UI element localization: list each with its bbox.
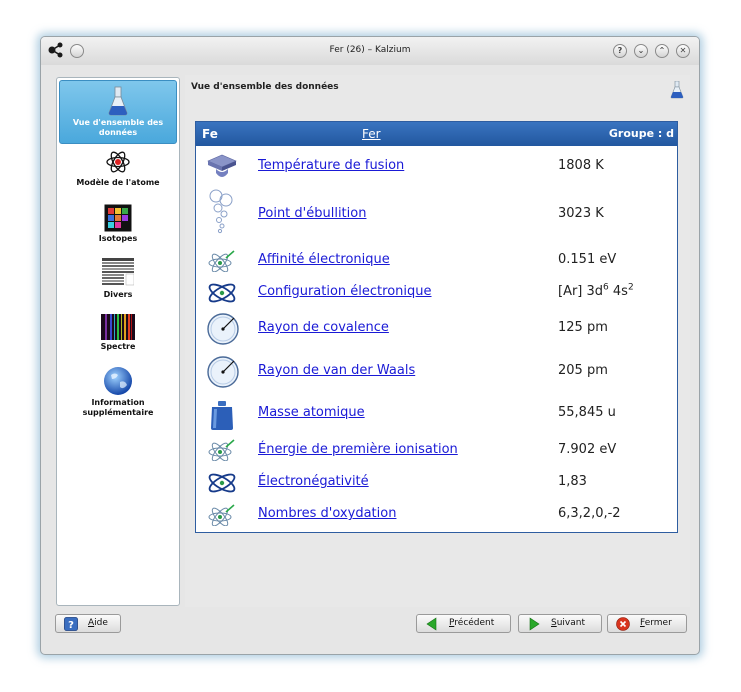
- element-symbol: Fe: [202, 127, 218, 141]
- sidebar-item-label: Isotopes: [98, 234, 138, 243]
- melting-point-value: 1808 K: [558, 158, 604, 173]
- orbit-icon: [208, 283, 236, 303]
- main-area: Vue d'ensemble des données Fe Fer Groupe…: [185, 75, 690, 607]
- oxidation-icon: [208, 504, 235, 526]
- close-icon: [616, 617, 630, 631]
- flask-icon: [108, 86, 128, 116]
- minimize-button[interactable]: ⌄: [634, 44, 648, 58]
- help-icon: ?: [64, 617, 78, 631]
- data-row-vdw-radius: Rayon de van der Waals 205 pm: [196, 352, 677, 392]
- misc-icon: [102, 258, 134, 286]
- sidebar-item-label: Information supplémentaire: [82, 398, 154, 417]
- vdw-radius-link[interactable]: Rayon de van der Waals: [258, 363, 415, 378]
- sidebar-item-atom-model[interactable]: Modèle de l'atome: [59, 148, 177, 198]
- electron-affinity-value: 0.151 eV: [558, 252, 617, 267]
- sidebar-item-overview[interactable]: Vue d'ensemble des données: [59, 80, 177, 144]
- electronegativity-link[interactable]: Électronégativité: [258, 474, 369, 489]
- sidebar-item-isotopes[interactable]: Isotopes: [59, 204, 177, 252]
- electron-affinity-link[interactable]: Affinité électronique: [258, 252, 390, 267]
- boiling-bubbles-icon: [209, 189, 233, 234]
- title-bar[interactable]: Fer (26) – Kalzium ? ⌄ ⌃ ✕: [41, 37, 699, 65]
- ionization-icon: [208, 439, 235, 461]
- data-row-melting-point: Température de fusion 1808 K: [196, 150, 677, 184]
- vdw-radius-value: 205 pm: [558, 363, 608, 378]
- radius-icon: [207, 356, 239, 388]
- sidebar-item-label: Divers: [103, 290, 133, 299]
- data-row-boiling-point: Point d'ébullition 3023 K: [196, 188, 677, 240]
- sidebar-item-spectrum[interactable]: Spectre: [59, 314, 177, 360]
- data-row-electron-configuration: Configuration électronique [Ar] 3d6 4s2: [196, 278, 677, 308]
- electron-configuration-value: [Ar] 3d6 4s2: [558, 282, 634, 299]
- electronegativity-value: 1,83: [558, 474, 587, 489]
- atom-model-icon: [106, 151, 130, 173]
- sidebar: Vue d'ensemble des données Modèle de l'a…: [56, 77, 180, 606]
- help-button[interactable]: ? Aide: [55, 614, 121, 633]
- melting-point-link[interactable]: Température de fusion: [258, 158, 404, 173]
- electron-configuration-link[interactable]: Configuration électronique: [258, 284, 432, 299]
- covalent-radius-link[interactable]: Rayon de covalence: [258, 320, 389, 335]
- sidebar-item-extra-info[interactable]: Information supplémentaire: [59, 366, 177, 426]
- arrow-right-icon: [529, 617, 540, 631]
- orbit-icon: [208, 473, 236, 493]
- arrow-left-icon: [426, 617, 437, 631]
- melting-icon: [207, 154, 237, 177]
- data-row-atomic-mass: Masse atomique 55,845 u: [196, 396, 677, 432]
- atomic-mass-link[interactable]: Masse atomique: [258, 405, 365, 420]
- spectrum-icon: [101, 314, 135, 340]
- covalent-radius-value: 125 pm: [558, 320, 608, 335]
- isotopes-icon: [104, 204, 132, 232]
- weight-icon: [211, 401, 233, 430]
- kalzium-window: Fer (26) – Kalzium ? ⌄ ⌃ ✕ Vue d'ensembl…: [40, 36, 700, 655]
- boiling-point-link[interactable]: Point d'ébullition: [258, 206, 366, 221]
- sidebar-item-misc[interactable]: Divers: [59, 258, 177, 306]
- data-row-ionization-energy: Énergie de première ionisation 7.902 eV: [196, 434, 677, 466]
- help-button-label: Aide: [88, 618, 108, 628]
- radius-icon: [207, 313, 239, 345]
- sidebar-item-label: Spectre: [100, 342, 136, 351]
- element-data-panel: Fe Fer Groupe : d Température de fusion …: [195, 121, 678, 533]
- data-row-oxidation-numbers: Nombres d'oxydation 6,3,2,0,-2: [196, 500, 677, 530]
- next-button[interactable]: Suivant: [518, 614, 602, 633]
- globe-icon: [104, 367, 132, 395]
- close-button[interactable]: Fermer: [607, 614, 687, 633]
- ionization-energy-value: 7.902 eV: [558, 442, 617, 457]
- atomic-mass-value: 55,845 u: [558, 405, 616, 420]
- sidebar-item-label: Modèle de l'atome: [76, 178, 160, 187]
- data-row-electronegativity: Électronégativité 1,83: [196, 468, 677, 498]
- element-header: Fe Fer Groupe : d: [196, 122, 677, 146]
- oxidation-numbers-value: 6,3,2,0,-2: [558, 506, 621, 521]
- close-button-label: Fermer: [640, 618, 672, 628]
- next-button-label: Suivant: [551, 618, 585, 628]
- previous-button[interactable]: Précédent: [416, 614, 511, 633]
- previous-button-label: Précédent: [449, 618, 495, 628]
- data-row-covalent-radius: Rayon de covalence 125 pm: [196, 310, 677, 348]
- close-window-button[interactable]: ✕: [676, 44, 690, 58]
- flask-icon: [670, 81, 684, 99]
- element-group: Groupe : d: [608, 127, 674, 140]
- maximize-button[interactable]: ⌃: [655, 44, 669, 58]
- sidebar-item-label: Vue d'ensemble des données: [72, 118, 164, 137]
- window-title: Fer (26) – Kalzium: [329, 45, 411, 55]
- boiling-point-value: 3023 K: [558, 206, 604, 221]
- help-window-button[interactable]: ?: [613, 44, 627, 58]
- element-name-link[interactable]: Fer: [362, 127, 381, 141]
- ionization-energy-link[interactable]: Énergie de première ionisation: [258, 442, 458, 457]
- electron-affinity-icon: [208, 250, 235, 272]
- page-title: Vue d'ensemble des données: [191, 82, 339, 92]
- oxidation-numbers-link[interactable]: Nombres d'oxydation: [258, 506, 396, 521]
- data-row-electron-affinity: Affinité électronique 0.151 eV: [196, 246, 677, 276]
- svg-text:?: ?: [68, 620, 74, 631]
